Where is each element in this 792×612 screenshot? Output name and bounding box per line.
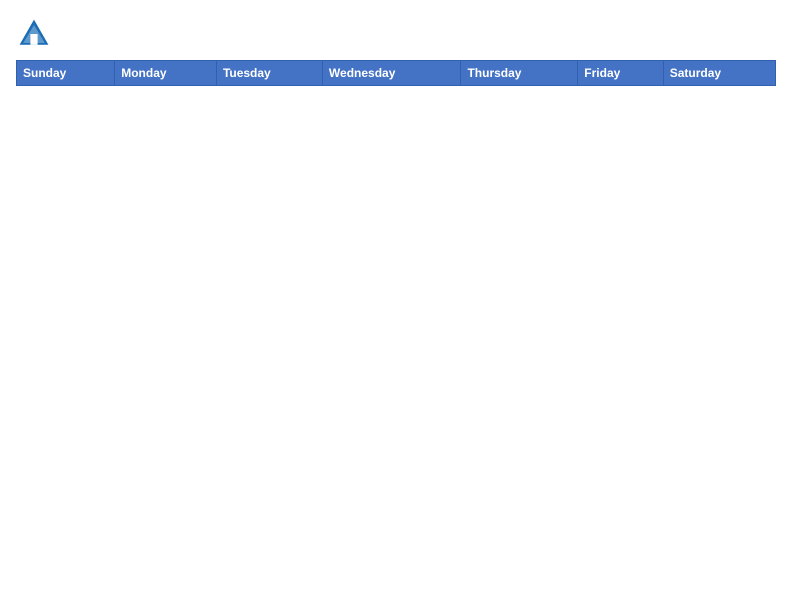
col-header-saturday: Saturday	[663, 61, 775, 86]
page-header	[16, 16, 776, 52]
logo	[16, 16, 56, 52]
calendar-header-row: SundayMondayTuesdayWednesdayThursdayFrid…	[17, 61, 776, 86]
col-header-monday: Monday	[115, 61, 217, 86]
col-header-wednesday: Wednesday	[322, 61, 461, 86]
calendar-table: SundayMondayTuesdayWednesdayThursdayFrid…	[16, 60, 776, 86]
logo-icon	[16, 16, 52, 52]
col-header-friday: Friday	[578, 61, 663, 86]
col-header-tuesday: Tuesday	[216, 61, 322, 86]
col-header-sunday: Sunday	[17, 61, 115, 86]
col-header-thursday: Thursday	[461, 61, 578, 86]
